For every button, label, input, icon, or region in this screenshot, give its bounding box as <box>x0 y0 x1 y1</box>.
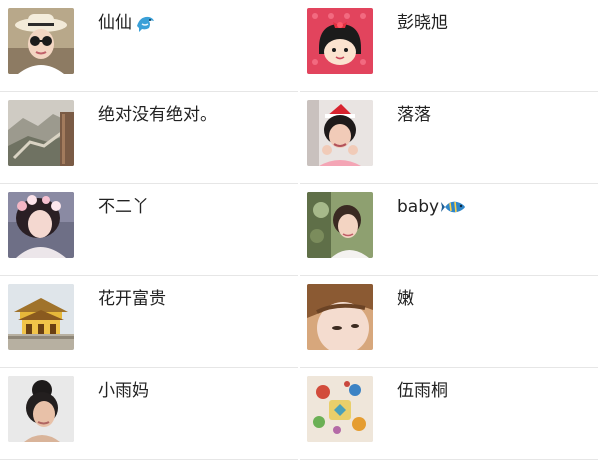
cartoon-girl-avatar[interactable] <box>307 8 373 74</box>
tropical-fish-icon <box>441 197 467 217</box>
toys-collage-avatar[interactable] <box>307 376 373 442</box>
contact-row[interactable]: 花开富贵 <box>0 276 298 368</box>
contact-name: 不二丫 <box>98 197 149 217</box>
contact-name: 落落 <box>397 105 431 125</box>
contact-column-left: 仙仙 绝对没有绝对。 不二丫 花开富贵 小雨妈 <box>0 0 298 460</box>
closeup-face-avatar[interactable] <box>307 284 373 350</box>
contact-row[interactable]: 绝对没有绝对。 <box>0 92 298 184</box>
contact-row[interactable]: baby <box>300 184 598 276</box>
girl-santa-hat-avatar[interactable] <box>307 100 373 166</box>
contact-name: 仙仙 <box>98 12 156 34</box>
contact-name: 伍雨桐 <box>397 381 448 401</box>
dolphin-icon <box>134 12 156 34</box>
pagoda-building-avatar[interactable] <box>8 284 74 350</box>
woman-sunhat-avatar[interactable] <box>8 8 74 74</box>
contact-name: 绝对没有绝对。 <box>98 105 217 125</box>
girl-garden-avatar[interactable] <box>307 192 373 258</box>
contact-name: 花开富贵 <box>98 289 166 309</box>
contact-row[interactable]: 不二丫 <box>0 184 298 276</box>
contact-name: 彭晓旭 <box>397 13 448 33</box>
contact-name: 嫩 <box>397 289 414 309</box>
contact-row[interactable]: 嫩 <box>300 276 598 368</box>
woman-bun-avatar[interactable] <box>8 376 74 442</box>
contact-grid: 仙仙 绝对没有绝对。 不二丫 花开富贵 小雨妈 彭晓旭 落落 baby 嫩 伍雨… <box>0 0 600 460</box>
great-wall-avatar[interactable] <box>8 100 74 166</box>
contact-name: baby <box>397 196 467 218</box>
contact-name: 小雨妈 <box>98 381 149 401</box>
contact-row[interactable]: 伍雨桐 <box>300 368 598 460</box>
contact-row[interactable]: 小雨妈 <box>0 368 298 460</box>
contact-column-right: 彭晓旭 落落 baby 嫩 伍雨桐 <box>300 0 598 460</box>
contact-row[interactable]: 仙仙 <box>0 0 298 92</box>
girl-flower-crown-avatar[interactable] <box>8 192 74 258</box>
contact-row[interactable]: 落落 <box>300 92 598 184</box>
contact-row[interactable]: 彭晓旭 <box>300 0 598 92</box>
